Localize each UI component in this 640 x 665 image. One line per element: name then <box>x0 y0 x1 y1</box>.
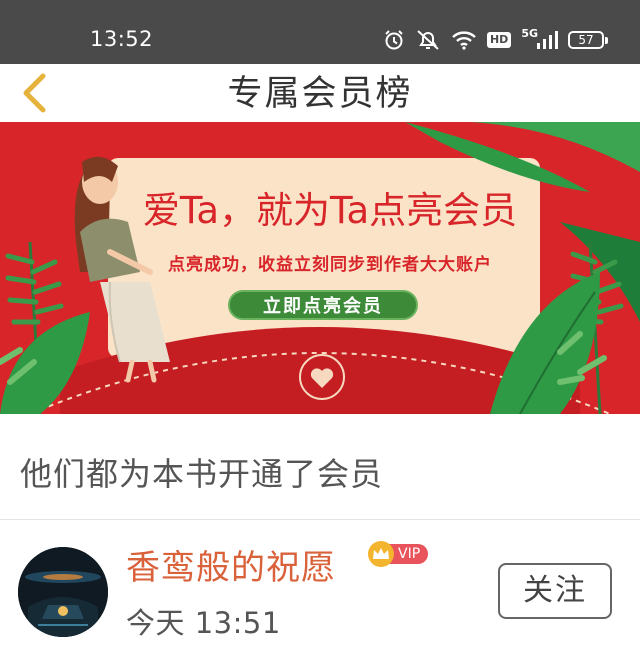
alarm-icon <box>383 28 405 52</box>
mute-icon <box>415 28 441 52</box>
page-header: 专属会员榜 <box>0 64 640 122</box>
follow-button[interactable]: 关注 <box>498 563 612 619</box>
crown-icon <box>368 541 394 567</box>
section-title: 他们都为本书开通了会员 <box>20 455 384 493</box>
member-list-item[interactable]: 香鸾般的祝愿 VIP 今天 13:51 关注 <box>0 520 640 665</box>
battery-level: 57 <box>568 31 608 49</box>
banner-cta-button[interactable]: 立即点亮会员 <box>228 290 418 320</box>
network-label: 5G <box>521 27 538 40</box>
promo-banner[interactable]: 爱Ta，就为Ta点亮会员 点亮成功，收益立刻同步到作者大大账户 立即点亮会员 <box>0 122 640 414</box>
member-time: 今天 13:51 <box>126 606 281 640</box>
hd-icon: HD <box>486 28 512 52</box>
battery-icon: 57 <box>568 28 608 52</box>
hd-label: HD <box>486 32 512 48</box>
banner-subtitle: 点亮成功，收益立刻同步到作者大大账户 <box>168 255 492 275</box>
member-name[interactable]: 香鸾般的祝愿 <box>126 546 336 590</box>
status-bar: 13:52 HD 5G 57 <box>0 0 640 64</box>
vip-badge: VIP <box>368 540 429 568</box>
page-title: 专属会员榜 <box>227 74 413 114</box>
wifi-icon <box>451 28 477 52</box>
signal-5g-icon: 5G <box>521 28 558 52</box>
status-time: 13:52 <box>90 27 154 51</box>
banner-headline: 爱Ta，就为Ta点亮会员 <box>142 189 518 232</box>
status-icons: HD 5G 57 <box>383 26 608 54</box>
avatar[interactable] <box>18 547 108 637</box>
